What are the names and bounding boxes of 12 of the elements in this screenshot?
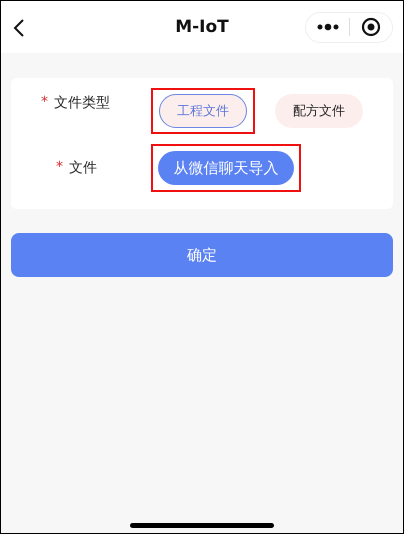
- close-icon[interactable]: [360, 17, 381, 37]
- file-type-option[interactable]: 工程文件: [159, 94, 247, 128]
- file-type-option[interactable]: 配方文件: [275, 94, 363, 128]
- more-icon[interactable]: [317, 23, 340, 31]
- window-title: M-IoT: [174, 17, 230, 37]
- confirm-button[interactable]: 确定: [11, 233, 393, 277]
- import-button[interactable]: 从微信聊天导入: [158, 151, 294, 185]
- required-mark: *: [41, 94, 48, 110]
- required-mark: *: [56, 159, 63, 175]
- field-label: 文件类型: [54, 94, 110, 112]
- field-label: 文件: [69, 159, 97, 177]
- back-icon[interactable]: [13, 18, 25, 38]
